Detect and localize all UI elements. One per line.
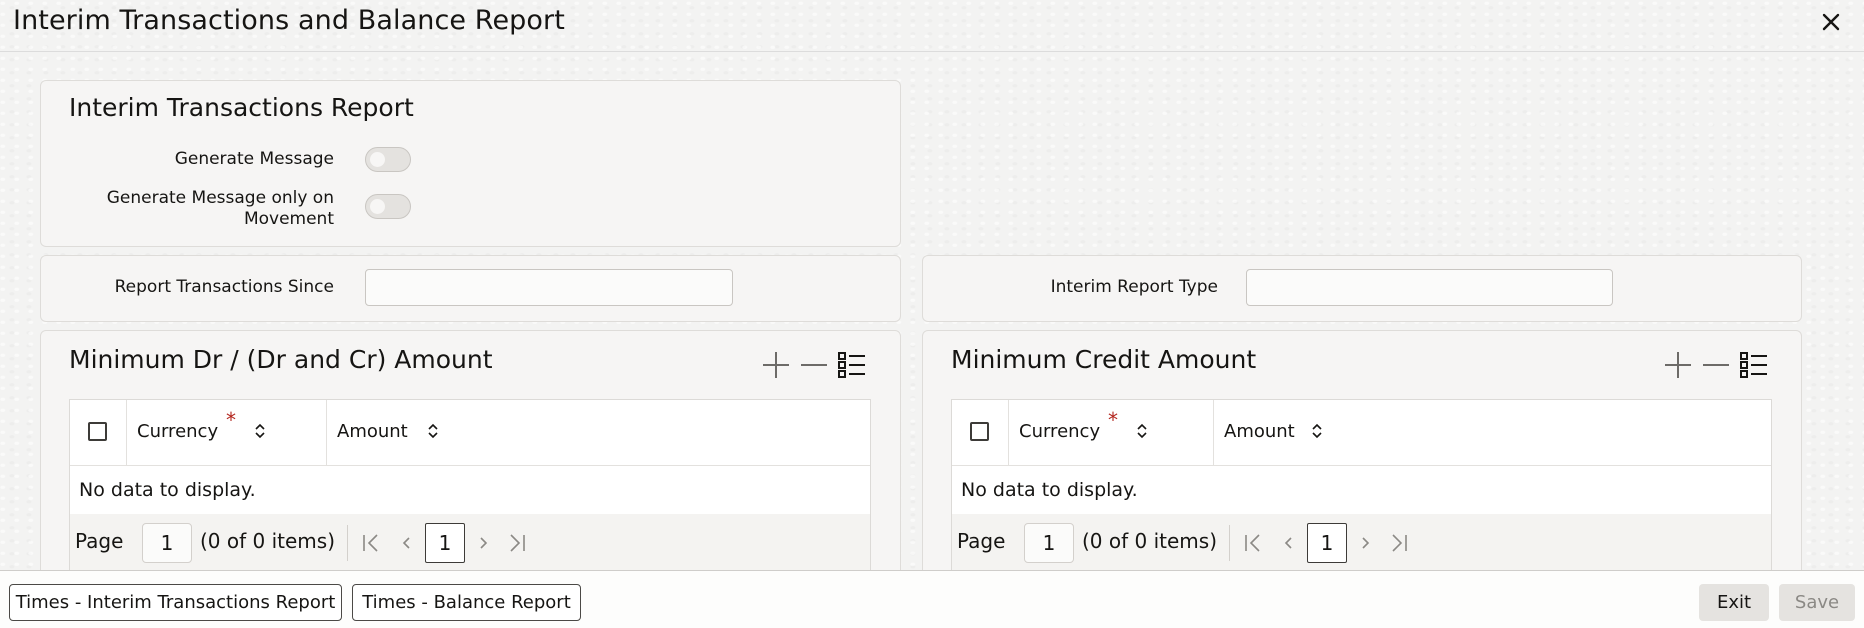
title-bar: Interim Transactions and Balance Report — [0, 0, 1864, 52]
select-all-checkbox[interactable] — [88, 422, 107, 441]
column-divider — [126, 400, 127, 466]
prev-page-icon[interactable] — [395, 532, 417, 554]
current-page-button[interactable]: 1 — [1307, 523, 1347, 563]
items-count: (0 of 0 items) — [200, 529, 336, 553]
select-all-checkbox[interactable] — [970, 422, 989, 441]
remove-icon[interactable] — [798, 349, 830, 381]
exit-button[interactable]: Exit — [1699, 584, 1769, 621]
empty-table-message: No data to display. — [961, 479, 1138, 501]
sort-icon[interactable] — [1311, 422, 1323, 440]
sort-icon[interactable] — [1136, 422, 1148, 440]
column-divider — [1213, 400, 1214, 466]
times-balance-report-button[interactable]: Times - Balance Report — [352, 584, 581, 621]
interim-report-type-label: Interim Report Type — [1050, 277, 1218, 297]
pager-divider — [347, 525, 348, 561]
table-header: Currency * Amount — [70, 400, 870, 466]
interim-report-type-input[interactable] — [1246, 269, 1613, 306]
save-button[interactable]: Save — [1779, 584, 1855, 621]
footer-bar: Times - Interim Transactions Report Time… — [0, 570, 1864, 628]
generate-message-movement-toggle[interactable] — [365, 194, 411, 219]
min-dr-panel: Minimum Dr / (Dr and Cr) Amount Currency… — [40, 330, 901, 580]
currency-column-header[interactable]: Currency — [137, 421, 218, 442]
min-dr-title: Minimum Dr / (Dr and Cr) Amount — [69, 345, 493, 374]
min-cr-title: Minimum Credit Amount — [951, 345, 1257, 374]
last-page-icon[interactable] — [1388, 532, 1410, 554]
amount-column-header[interactable]: Amount — [337, 421, 408, 442]
report-since-panel: Report Transactions Since — [40, 255, 901, 322]
items-count: (0 of 0 items) — [1082, 529, 1218, 553]
times-interim-report-button[interactable]: Times - Interim Transactions Report — [9, 584, 342, 621]
page-label: Page — [75, 529, 124, 553]
table-header: Currency * Amount — [952, 400, 1771, 466]
min-cr-panel: Minimum Credit Amount Currency * Amount … — [922, 330, 1802, 580]
currency-column-header[interactable]: Currency — [1019, 421, 1100, 442]
min-dr-table: Currency * Amount No data to display. Pa… — [69, 399, 871, 572]
page-number-input[interactable]: 1 — [1024, 523, 1074, 563]
generate-message-movement-label: Generate Message only on Movement — [106, 188, 334, 229]
first-page-icon[interactable] — [1242, 532, 1264, 554]
report-transactions-since-label: Report Transactions Since — [114, 277, 334, 297]
next-page-icon[interactable] — [1355, 532, 1377, 554]
min-cr-table: Currency * Amount No data to display. Pa… — [951, 399, 1772, 572]
prev-page-icon[interactable] — [1277, 532, 1299, 554]
sort-icon[interactable] — [254, 422, 266, 440]
add-icon[interactable] — [1662, 349, 1694, 381]
page-number-input[interactable]: 1 — [142, 523, 192, 563]
last-page-icon[interactable] — [506, 532, 528, 554]
pagination-bar: Page 1 (0 of 0 items) 1 — [952, 514, 1771, 572]
column-divider — [1008, 400, 1009, 466]
next-page-icon[interactable] — [473, 532, 495, 554]
pagination-bar: Page 1 (0 of 0 items) 1 — [70, 514, 870, 572]
pager-divider — [1229, 525, 1230, 561]
required-marker: * — [1108, 408, 1118, 432]
close-icon[interactable] — [1818, 9, 1844, 35]
column-divider — [326, 400, 327, 466]
remove-icon[interactable] — [1700, 349, 1732, 381]
list-icon[interactable] — [836, 349, 868, 381]
empty-table-message: No data to display. — [79, 479, 256, 501]
interim-report-type-panel: Interim Report Type — [922, 255, 1802, 322]
current-page-button[interactable]: 1 — [425, 523, 465, 563]
window-title: Interim Transactions and Balance Report — [13, 5, 565, 36]
add-icon[interactable] — [760, 349, 792, 381]
amount-column-header[interactable]: Amount — [1224, 421, 1295, 442]
required-marker: * — [226, 408, 236, 432]
generate-message-toggle[interactable] — [365, 147, 411, 172]
sort-icon[interactable] — [427, 422, 439, 440]
list-icon[interactable] — [1738, 349, 1770, 381]
interim-section-title: Interim Transactions Report — [69, 93, 414, 122]
generate-message-label: Generate Message — [174, 149, 334, 169]
interim-transactions-panel: Interim Transactions Report Generate Mes… — [40, 80, 901, 247]
page-label: Page — [957, 529, 1006, 553]
report-transactions-since-input[interactable] — [365, 269, 733, 306]
first-page-icon[interactable] — [360, 532, 382, 554]
